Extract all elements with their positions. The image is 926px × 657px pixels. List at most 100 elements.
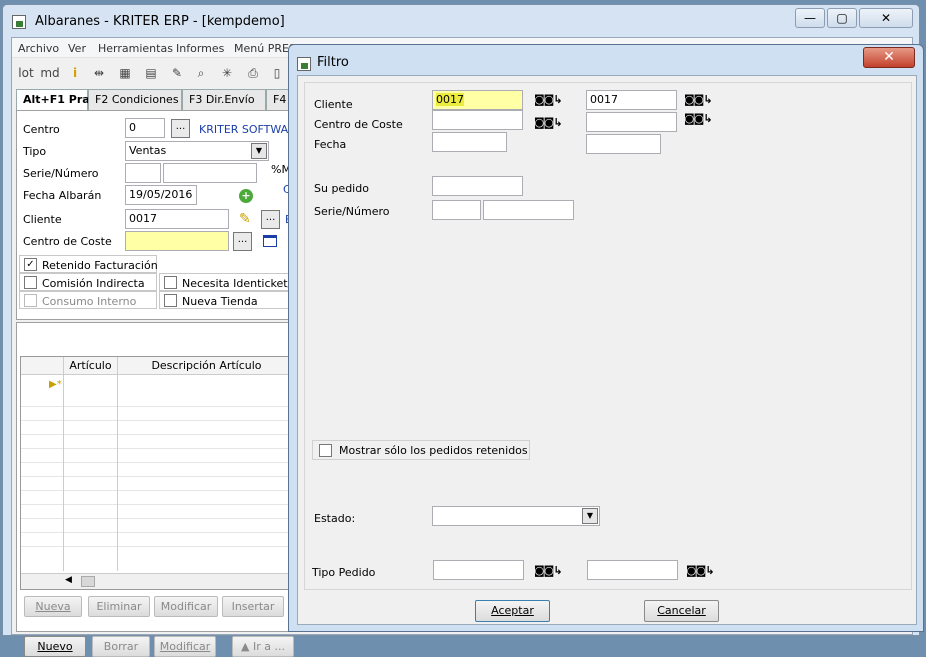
tab-condiciones[interactable]: F2 Condiciones (88, 89, 182, 110)
borrar-button[interactable]: Borrar (92, 636, 150, 657)
necesita-identicket-check[interactable]: Necesita Identicket/A (159, 273, 299, 291)
nueva-tienda-check[interactable]: Nueva Tienda (159, 291, 289, 309)
dialog-close-button[interactable]: ✕ (863, 47, 915, 68)
checkbox[interactable]: ✓ (24, 258, 37, 271)
fecha-from-field[interactable] (432, 132, 507, 152)
cliente-from-field[interactable]: 0017 (432, 90, 523, 110)
horizontal-scrollbar[interactable]: ◀ (21, 573, 294, 589)
aceptar-button[interactable]: Aceptar (475, 600, 550, 622)
nueva-linea-label: Nueva (35, 600, 71, 613)
retenidos-checkbox[interactable] (319, 444, 332, 457)
edit-icon[interactable]: ✎ (168, 64, 186, 82)
centro-lookup-button[interactable]: ... (171, 119, 190, 138)
serie-field[interactable] (125, 163, 161, 183)
filtro-dialog: Filtro ✕ Cliente 0017 ◙◙↳ 0017 ◙◙↳ Centr… (288, 44, 924, 632)
add-icon[interactable]: + (239, 189, 253, 203)
nuevo-label: Nuevo (37, 640, 73, 653)
search-doc-icon[interactable]: ⌕ (192, 64, 210, 82)
scroll-thumb[interactable] (81, 576, 95, 587)
check-label: Comisión Indirecta (42, 277, 145, 290)
tipo-pedido-to-search-icon[interactable]: ◙◙↳ (686, 564, 715, 577)
centro-coste-to-search-icon[interactable]: ◙◙↳ (684, 112, 713, 125)
checkbox[interactable] (164, 276, 177, 289)
dialog-icon (297, 57, 311, 71)
cliente-lookup-button[interactable]: ... (261, 210, 280, 229)
info-icon[interactable]: i (66, 64, 84, 82)
eliminar-linea-label: Eliminar (96, 600, 142, 613)
dialog-title: Filtro (317, 55, 349, 70)
tipo-pedido-to-field[interactable] (587, 560, 678, 580)
md-button[interactable]: md (40, 64, 60, 82)
centro-coste-lookup-button[interactable]: ... (233, 232, 252, 251)
nueva-linea-button[interactable]: Nueva (24, 596, 82, 617)
report-icon[interactable]: ▤ (142, 64, 160, 82)
calendar-icon[interactable] (263, 235, 277, 247)
menu-informes[interactable]: Informes (176, 42, 224, 55)
tipo-select[interactable]: Ventas (125, 141, 269, 161)
ir-a-label: ▲ Ir a ... (241, 640, 285, 653)
insertar-linea-button[interactable]: Insertar (222, 596, 284, 617)
estado-select[interactable] (432, 506, 600, 526)
maximize-button[interactable]: ▢ (827, 8, 857, 28)
pencil-icon[interactable]: ✎ (239, 211, 251, 227)
fecha-to-field[interactable] (586, 134, 661, 154)
tab-dir-envio[interactable]: F3 Dir.Envío (182, 89, 266, 110)
su-pedido-field[interactable] (432, 176, 523, 196)
checkbox[interactable] (164, 294, 177, 307)
cliente-field[interactable]: 0017 (125, 209, 229, 229)
lines-grid[interactable]: Artículo Descripción Artículo ▶* ◀ (20, 356, 295, 590)
asterisk-icon[interactable]: ✳ (218, 64, 236, 82)
cliente-from-search-icon[interactable]: ◙◙↳ (534, 93, 563, 106)
fecha-field[interactable]: 19/05/2016 (125, 185, 197, 205)
centro-coste-field[interactable] (125, 231, 229, 251)
centro-coste-from-field[interactable] (432, 110, 523, 130)
print-icon[interactable]: ⎙ (244, 64, 262, 82)
comision-indirecta-check[interactable]: Comisión Indirecta (19, 273, 157, 291)
menu-ver[interactable]: Ver (68, 42, 86, 55)
consumo-interno-check[interactable]: Consumo Interno (19, 291, 157, 309)
modificar-button[interactable]: Modificar (154, 636, 216, 657)
page-icon[interactable]: ▯ (268, 64, 286, 82)
tab-principal[interactable]: Alt+F1 Pral (16, 89, 93, 111)
main-titlebar[interactable]: Albaranes - KRITER ERP - [kempdemo] — ▢ … (3, 5, 919, 37)
eliminar-linea-button[interactable]: Eliminar (88, 596, 150, 617)
close-button[interactable]: ✕ (859, 8, 913, 28)
col-descripcion[interactable]: Descripción Artículo (117, 357, 295, 375)
checkbox[interactable] (24, 276, 37, 289)
minimize-button[interactable]: — (795, 8, 825, 28)
calendar-icon[interactable]: ▦ (116, 64, 134, 82)
resize-icon[interactable]: ⇹ (90, 64, 108, 82)
nuevo-button[interactable]: Nuevo (24, 636, 86, 657)
lot-button[interactable]: lot (16, 64, 36, 82)
centro-coste-to-field[interactable] (586, 112, 677, 132)
menu-herramientas[interactable]: Herramientas (98, 42, 173, 55)
numero-field[interactable] (483, 200, 574, 220)
serie-field[interactable] (432, 200, 481, 220)
retenido-facturacion-check[interactable]: ✓ Retenido Facturación (19, 255, 158, 273)
centro-field[interactable]: 0 (125, 118, 165, 138)
centro-label: Centro (23, 123, 60, 136)
cliente-to-search-icon[interactable]: ◙◙↳ (684, 93, 713, 106)
fecha-label: Fecha (314, 138, 347, 151)
ir-a-button[interactable]: ▲ Ir a ... (232, 636, 294, 657)
modificar-linea-button[interactable]: Modificar (154, 596, 218, 617)
insertar-linea-label: Insertar (231, 600, 275, 613)
col-articulo[interactable]: Artículo (63, 357, 117, 375)
centro-coste-from-search-icon[interactable]: ◙◙↳ (534, 116, 563, 129)
tipo-pedido-from-field[interactable] (433, 560, 524, 580)
estado-dropdown-icon[interactable]: ▼ (582, 508, 598, 524)
su-pedido-label: Su pedido (314, 182, 369, 195)
cancelar-button[interactable]: Cancelar (644, 600, 719, 622)
tipo-pedido-from-search-icon[interactable]: ◙◙↳ (534, 564, 563, 577)
main-title: Albaranes - KRITER ERP - [kempdemo] (35, 14, 285, 29)
scroll-left-icon[interactable]: ◀ (65, 575, 72, 585)
cliente-to-field[interactable]: 0017 (586, 90, 677, 110)
retenidos-checkbox-row[interactable]: Mostrar sólo los pedidos retenidos (312, 440, 530, 460)
retenidos-label: Mostrar sólo los pedidos retenidos (339, 444, 528, 457)
checkbox[interactable] (24, 294, 37, 307)
check-label: Nueva Tienda (182, 295, 258, 308)
menu-archivo[interactable]: Archivo (18, 42, 59, 55)
estado-label: Estado: (314, 512, 356, 525)
numero-field[interactable] (163, 163, 257, 183)
tipo-dropdown-icon[interactable]: ▼ (251, 143, 267, 159)
